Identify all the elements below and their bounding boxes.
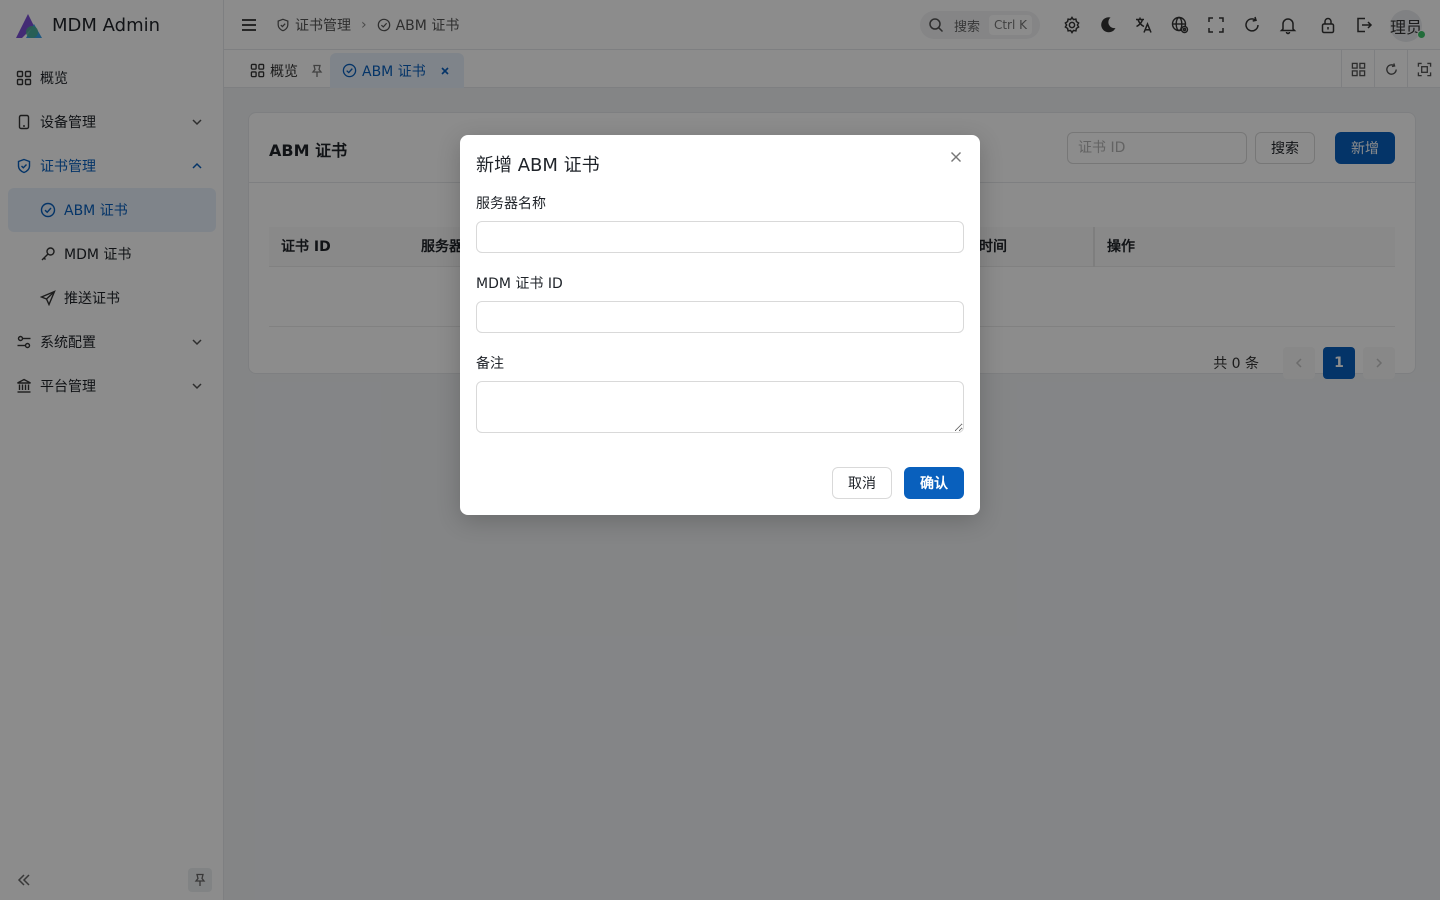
modal-title: 新增 ABM 证书 xyxy=(476,155,600,176)
add-abm-cert-modal: 新增 ABM 证书 服务器名称 MDM 证书 ID 备注 取消 确认 xyxy=(460,135,980,515)
server-name-label: 服务器名称 xyxy=(476,196,546,212)
confirm-button[interactable]: 确认 xyxy=(904,467,964,499)
cancel-button[interactable]: 取消 xyxy=(832,467,892,499)
server-name-input[interactable] xyxy=(476,221,964,253)
app-root: MDM Admin 概览 设备管理 证书管理 ABM 证书 MDM 证书 推送证… xyxy=(0,0,1440,900)
mdm-cert-id-input[interactable] xyxy=(476,301,964,333)
remark-textarea[interactable] xyxy=(476,381,964,433)
mdm-cert-id-label: MDM 证书 ID xyxy=(476,276,563,292)
remark-label: 备注 xyxy=(476,356,504,372)
close-icon[interactable] xyxy=(948,149,964,165)
